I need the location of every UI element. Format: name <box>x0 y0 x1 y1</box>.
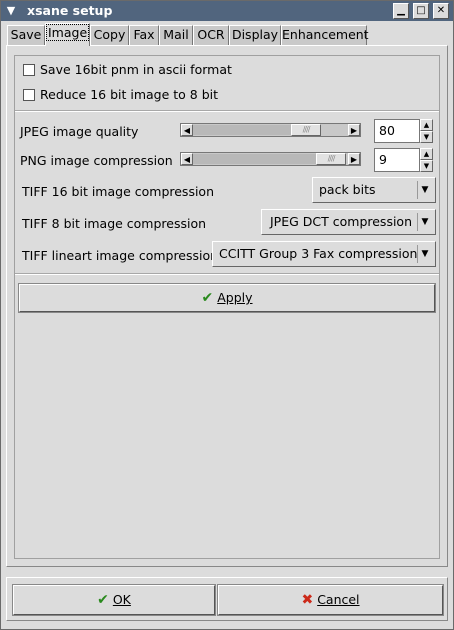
ok-label: OK <box>112 592 131 607</box>
save16-label[interactable]: Save 16bit pnm in ascii format <box>40 62 232 78</box>
tab-ocr[interactable]: OCR <box>193 25 229 45</box>
tab-enhancement[interactable]: Enhancement <box>281 25 369 45</box>
spin-down-icon[interactable]: ▼ <box>420 131 433 143</box>
tiff8-label: TIFF 8 bit image compression <box>22 216 207 231</box>
apply-button[interactable]: ✔ Apply <box>18 283 436 313</box>
slider-thumb[interactable]: //// <box>316 153 346 165</box>
apply-label: Apply <box>217 290 253 305</box>
tiff8-combobox[interactable]: JPEG DCT compression ▼ <box>261 209 436 235</box>
window-title: xsane setup <box>27 3 113 18</box>
tiff-lineart-label: TIFF lineart image compression <box>22 248 219 263</box>
png-compression-slider[interactable]: ◀ //// ▶ <box>180 152 361 166</box>
dropdown-arrow-icon: ▼ <box>417 213 432 231</box>
reduce16-label[interactable]: Reduce 16 bit image to 8 bit <box>40 87 218 103</box>
png-compression-value[interactable]: 9 <box>374 148 420 172</box>
cancel-label: Cancel <box>317 592 360 607</box>
reduce16-checkbox[interactable] <box>23 89 35 101</box>
spin-up-icon[interactable]: ▲ <box>420 148 433 160</box>
minimize-icon[interactable]: ▁ <box>393 3 409 19</box>
tab-fax[interactable]: Fax <box>129 25 159 45</box>
dropdown-arrow-icon: ▼ <box>417 181 432 199</box>
spin-down-icon[interactable]: ▼ <box>420 160 433 172</box>
close-icon[interactable]: ✕ <box>433 3 449 19</box>
jpeg-quality-value[interactable]: 80 <box>374 119 420 143</box>
tiff-lineart-combobox[interactable]: CCITT Group 3 Fax compression ▼ <box>212 241 436 267</box>
checkmark-icon: ✔ <box>97 592 109 608</box>
tab-display[interactable]: Display <box>229 25 281 45</box>
slider-left-arrow-icon[interactable]: ◀ <box>181 153 193 165</box>
setup-window: ▼ xsane setup ▁ □ ✕ Save Image Copy Fax … <box>0 0 454 630</box>
tiff16-value: pack bits <box>319 182 376 197</box>
slider-trough <box>193 125 291 135</box>
separator <box>15 110 439 112</box>
chevron-down-icon[interactable]: ▼ <box>3 3 19 19</box>
slider-right-arrow-icon[interactable]: ▶ <box>348 153 360 165</box>
checkmark-icon: ✔ <box>201 290 214 306</box>
maximize-icon[interactable]: □ <box>413 3 429 19</box>
tab-copy[interactable]: Copy <box>90 25 129 45</box>
slider-right-arrow-icon[interactable]: ▶ <box>348 124 360 136</box>
slider-left-arrow-icon[interactable]: ◀ <box>181 124 193 136</box>
save16-checkbox[interactable] <box>23 64 35 76</box>
tab-save[interactable]: Save <box>7 25 45 45</box>
ok-button[interactable]: ✔ OK <box>12 584 216 616</box>
tiff-lineart-value: CCITT Group 3 Fax compression <box>219 246 418 261</box>
image-tab-panel: Save 16bit pnm in ascii format Reduce 16… <box>6 45 448 567</box>
cancel-x-icon: ✖ <box>301 592 314 608</box>
tab-mail[interactable]: Mail <box>159 25 193 45</box>
jpeg-quality-label: JPEG image quality <box>20 124 139 139</box>
dialog-button-bar: ✔ OK ✖ Cancel <box>6 577 448 621</box>
spin-up-icon[interactable]: ▲ <box>420 119 433 131</box>
separator <box>15 273 439 275</box>
cancel-button[interactable]: ✖ Cancel <box>217 584 444 616</box>
tiff8-value: JPEG DCT compression <box>270 214 412 229</box>
tab-image[interactable]: Image <box>45 23 90 46</box>
title-bar[interactable]: ▼ xsane setup ▁ □ ✕ <box>1 1 453 21</box>
dropdown-arrow-icon: ▼ <box>417 245 432 263</box>
jpeg-quality-slider[interactable]: ◀ //// ▶ <box>180 123 361 137</box>
slider-thumb[interactable]: //// <box>291 124 321 136</box>
tiff16-label: TIFF 16 bit image compression <box>22 184 214 199</box>
slider-trough <box>193 154 316 164</box>
image-settings-frame: Save 16bit pnm in ascii format Reduce 16… <box>14 55 440 559</box>
png-compression-label: PNG image compression <box>20 153 173 168</box>
tiff16-combobox[interactable]: pack bits ▼ <box>312 177 436 203</box>
